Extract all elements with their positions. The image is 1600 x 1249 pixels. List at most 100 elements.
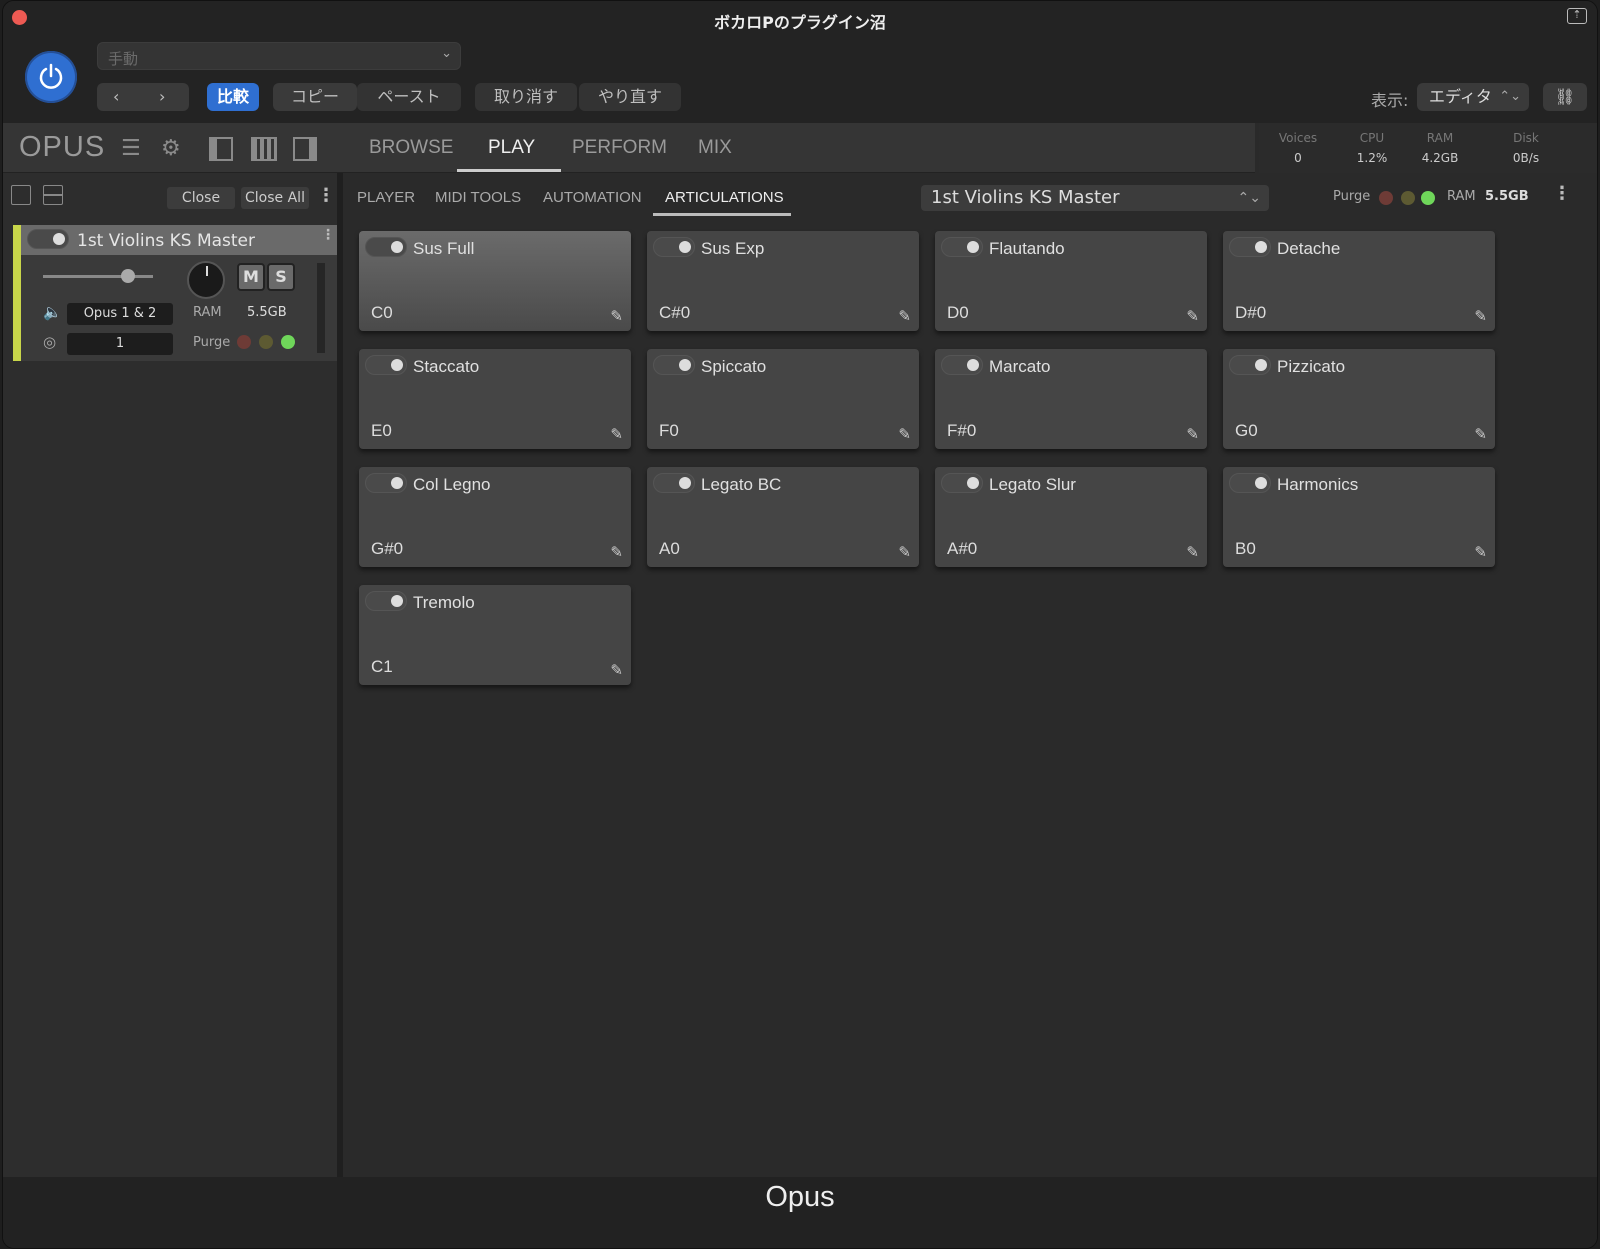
articulation-card[interactable]: Sus Full C0 ✎ (359, 231, 631, 331)
pencil-icon[interactable]: ✎ (898, 307, 911, 325)
previous-preset-button[interactable]: ‹ (113, 83, 119, 111)
right-panel-toggle-icon[interactable] (293, 137, 317, 161)
articulation-card[interactable]: Sus Exp C#0 ✎ (647, 231, 919, 331)
mute-button[interactable]: M (237, 263, 265, 291)
articulation-card[interactable]: Staccato E0 ✎ (359, 349, 631, 449)
articulation-card[interactable]: Detache D#0 ✎ (1223, 231, 1495, 331)
link-button[interactable]: ⛓ (1543, 83, 1587, 111)
close-button[interactable]: Close (167, 187, 235, 209)
pencil-icon[interactable]: ✎ (1186, 425, 1199, 443)
pencil-icon[interactable]: ✎ (898, 543, 911, 561)
instrument-select-value: 1st Violins KS Master (931, 187, 1120, 208)
pencil-icon[interactable]: ✎ (610, 543, 623, 561)
articulation-toggle[interactable] (365, 355, 407, 375)
instrument-menu-icon[interactable]: ⋮ (321, 227, 335, 243)
more-menu-icon[interactable]: ⋮ (317, 185, 335, 206)
undo-button[interactable]: 取り消す (475, 83, 577, 111)
instrument-strip[interactable]: 1st Violins KS Master ⋮ M S 🔈 Opus 1 & 2… (13, 225, 337, 361)
articulation-name: Marcato (989, 357, 1051, 376)
articulation-name: Tremolo (413, 593, 475, 612)
articulation-toggle[interactable] (365, 237, 407, 257)
pencil-icon[interactable]: ✎ (610, 425, 623, 443)
articulation-toggle[interactable] (1229, 355, 1271, 375)
split-view-icon[interactable] (43, 185, 63, 205)
articulation-card[interactable]: Pizzicato G0 ✎ (1223, 349, 1495, 449)
tab-perform[interactable]: PERFORM (572, 137, 667, 159)
articulation-toggle[interactable] (941, 237, 983, 257)
pencil-icon[interactable]: ✎ (610, 307, 623, 325)
pencil-icon[interactable]: ✎ (610, 661, 623, 679)
close-all-button[interactable]: Close All (241, 187, 309, 209)
articulation-toggle[interactable] (1229, 473, 1271, 493)
articulation-toggle[interactable] (941, 473, 983, 493)
ram-value: 4.2GB (1421, 151, 1459, 165)
articulation-card[interactable]: Legato BC A0 ✎ (647, 467, 919, 567)
pencil-icon[interactable]: ✎ (1186, 307, 1199, 325)
instrument-header: 1st Violins KS Master ⋮ (21, 225, 337, 255)
ram-value: 5.5GB (247, 305, 287, 320)
tab-player[interactable]: PLAYER (357, 189, 415, 206)
paste-button[interactable]: ペースト (357, 83, 461, 111)
volume-slider-handle[interactable] (121, 269, 135, 283)
output-select[interactable]: Opus 1 & 2 (67, 303, 173, 325)
articulation-card[interactable]: Spiccato F0 ✎ (647, 349, 919, 449)
articulation-card[interactable]: Harmonics B0 ✎ (1223, 467, 1495, 567)
pan-knob[interactable] (187, 261, 225, 299)
articulation-toggle[interactable] (365, 473, 407, 493)
articulation-keyswitch: E0 (371, 421, 392, 440)
purge-green-led[interactable] (1421, 191, 1435, 205)
articulation-toggle[interactable] (941, 355, 983, 375)
view-select[interactable]: エディタ ⌃⌄ (1417, 83, 1529, 111)
articulation-card[interactable]: Tremolo C1 ✎ (359, 585, 631, 685)
articulation-keyswitch: C#0 (659, 303, 691, 322)
solo-button[interactable]: S (267, 263, 295, 291)
single-view-icon[interactable] (11, 185, 31, 205)
pencil-icon[interactable]: ✎ (898, 425, 911, 443)
articulation-card[interactable]: Legato Slur A#0 ✎ (935, 467, 1207, 567)
pencil-icon[interactable]: ✎ (1474, 307, 1487, 325)
volume-slider[interactable] (43, 275, 153, 278)
preset-select[interactable]: 手動 ⌄ (97, 42, 461, 70)
purge-yellow-led[interactable] (1401, 191, 1415, 205)
articulation-toggle[interactable] (365, 591, 407, 611)
articulation-name: Staccato (413, 357, 480, 376)
next-preset-button[interactable]: › (159, 83, 165, 111)
pencil-icon[interactable]: ✎ (1474, 543, 1487, 561)
float-window-icon[interactable]: ⇡ (1567, 8, 1587, 24)
purge-red-led[interactable] (237, 335, 251, 349)
articulation-toggle[interactable] (653, 237, 695, 257)
purge-yellow-led[interactable] (259, 335, 273, 349)
articulation-name: Flautando (989, 239, 1065, 258)
instrument-enable-toggle[interactable] (27, 229, 69, 249)
keyboard-toggle-icon[interactable] (251, 137, 277, 161)
tab-automation[interactable]: AUTOMATION (543, 189, 642, 206)
articulation-toggle[interactable] (1229, 237, 1271, 257)
tab-play[interactable]: PLAY (488, 137, 535, 159)
copy-button[interactable]: コピー (273, 83, 357, 111)
articulation-card[interactable]: Flautando D0 ✎ (935, 231, 1207, 331)
more-menu-icon[interactable]: ⋮ (1553, 183, 1571, 204)
instrument-select[interactable]: 1st Violins KS Master ⌃⌄ (921, 185, 1269, 211)
redo-button[interactable]: やり直す (579, 83, 681, 111)
articulation-card[interactable]: Col Legno G#0 ✎ (359, 467, 631, 567)
articulation-card[interactable]: Marcato F#0 ✎ (935, 349, 1207, 449)
tab-mix[interactable]: MIX (698, 137, 732, 159)
menu-icon[interactable]: ☰ (121, 136, 141, 161)
articulation-keyswitch: G#0 (371, 539, 404, 558)
purge-green-led[interactable] (281, 335, 295, 349)
tab-browse[interactable]: BROWSE (369, 137, 453, 159)
purge-red-led[interactable] (1379, 191, 1393, 205)
tab-articulations[interactable]: ARTICULATIONS (665, 189, 784, 206)
pencil-icon[interactable]: ✎ (1186, 543, 1199, 561)
midi-channel-select[interactable]: 1 (67, 333, 173, 355)
ram-label: RAM (1447, 189, 1476, 204)
ram-value: 5.5GB (1485, 189, 1529, 204)
pencil-icon[interactable]: ✎ (1474, 425, 1487, 443)
articulation-toggle[interactable] (653, 355, 695, 375)
gear-icon[interactable]: ⚙ (161, 136, 181, 161)
compare-button[interactable]: 比較 (207, 83, 259, 111)
left-panel-toggle-icon[interactable] (209, 137, 233, 161)
power-button[interactable] (25, 51, 77, 103)
articulation-toggle[interactable] (653, 473, 695, 493)
tab-midi-tools[interactable]: MIDI TOOLS (435, 189, 521, 206)
